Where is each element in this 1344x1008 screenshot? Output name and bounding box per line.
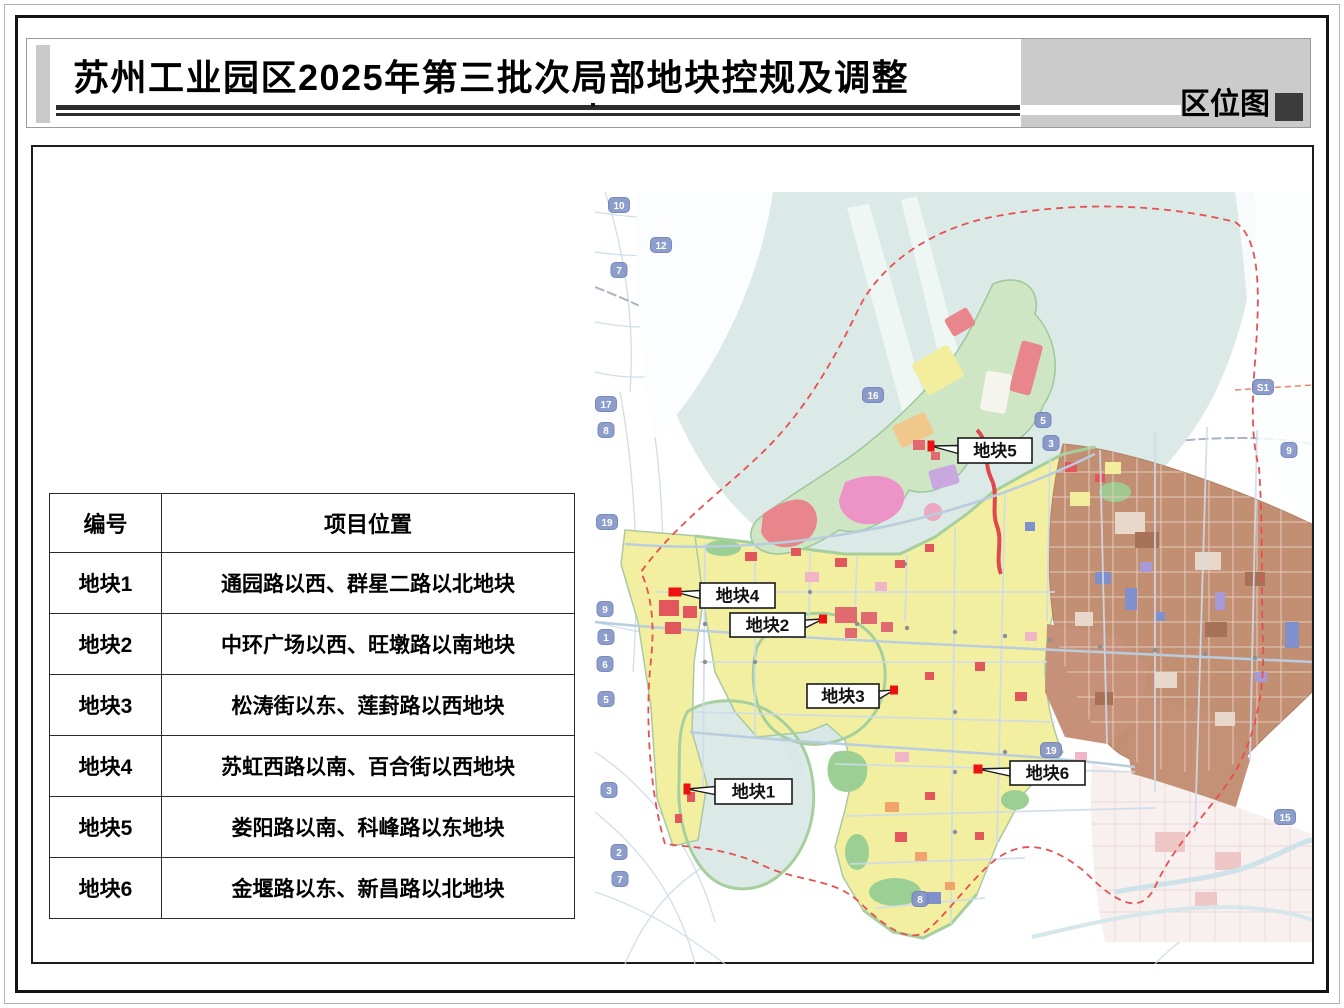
svg-text:2: 2 bbox=[616, 848, 622, 859]
svg-text:S1: S1 bbox=[1257, 383, 1270, 394]
column-header-id: 编号 bbox=[50, 494, 162, 553]
road-badge: 6 bbox=[597, 657, 613, 672]
svg-text:10: 10 bbox=[613, 201, 625, 212]
svg-text:12: 12 bbox=[655, 241, 667, 252]
plot-id-cell: 地块3 bbox=[50, 675, 162, 736]
location-map-label: 区位图 bbox=[1180, 79, 1270, 123]
corner-square-icon bbox=[1275, 93, 1303, 121]
road-badge: 7 bbox=[611, 263, 627, 278]
plots-table-body: 地块1通园路以西、群星二路以北地块地块2中环广场以西、旺墩路以南地块地块3松涛街… bbox=[50, 553, 575, 919]
plot-id-cell: 地块6 bbox=[50, 858, 162, 919]
location-map-svg: 101271781653S1919916532719815 地块5地块4地块2地… bbox=[595, 192, 1312, 964]
road-badge: 2 bbox=[611, 845, 627, 860]
svg-text:9: 9 bbox=[1286, 446, 1292, 457]
plots-table: 编号 项目位置 地块1通园路以西、群星二路以北地块地块2中环广场以西、旺墩路以南… bbox=[49, 493, 575, 919]
column-header-location: 项目位置 bbox=[162, 494, 575, 553]
table-row: 地块2中环广场以西、旺墩路以南地块 bbox=[50, 614, 575, 675]
svg-text:9: 9 bbox=[602, 605, 608, 616]
plot-location-cell: 金堰路以东、新昌路以北地块 bbox=[162, 858, 575, 919]
road-badge: 3 bbox=[601, 783, 617, 798]
plot-marker bbox=[928, 441, 935, 452]
svg-text:16: 16 bbox=[867, 391, 879, 402]
table-row: 地块5娄阳路以南、科峰路以东地块 bbox=[50, 797, 575, 858]
road-badge: 15 bbox=[1275, 810, 1296, 825]
callout-label: 地块5 bbox=[973, 441, 1016, 461]
plot-marker bbox=[974, 765, 983, 774]
road-badge: 5 bbox=[1035, 413, 1051, 428]
svg-text:6: 6 bbox=[602, 660, 608, 671]
callout-label: 地块1 bbox=[732, 782, 775, 802]
svg-text:3: 3 bbox=[1048, 439, 1054, 450]
plot-location-cell: 中环广场以西、旺墩路以南地块 bbox=[162, 614, 575, 675]
svg-text:1: 1 bbox=[603, 633, 609, 644]
road-badge: S1 bbox=[1253, 380, 1274, 395]
svg-text:7: 7 bbox=[617, 875, 623, 886]
plot-location-cell: 通园路以西、群星二路以北地块 bbox=[162, 553, 575, 614]
table-row: 地块6金堰路以东、新昌路以北地块 bbox=[50, 858, 575, 919]
table-header-row: 编号 项目位置 bbox=[50, 494, 575, 553]
svg-text:8: 8 bbox=[603, 426, 609, 437]
corner-white-strip bbox=[1021, 105, 1181, 115]
header-bar: 苏州工业园区2025年第三批次局部地块控规及调整 区位图 bbox=[26, 38, 1311, 128]
road-badge: 3 bbox=[1043, 436, 1059, 451]
road-badge: 16 bbox=[863, 388, 884, 403]
road-badge: 5 bbox=[598, 692, 614, 707]
road-badge: 9 bbox=[1281, 443, 1297, 458]
plot-marker bbox=[669, 588, 682, 597]
callout-label: 地块2 bbox=[746, 615, 789, 635]
title-underline-thin bbox=[56, 113, 1020, 116]
land-northeast bbox=[1235, 192, 1312, 522]
plot-location-cell: 松涛街以东、莲葑路以西地块 bbox=[162, 675, 575, 736]
svg-text:8: 8 bbox=[917, 895, 923, 906]
header-accent-bar bbox=[36, 45, 50, 123]
stray-dot bbox=[591, 103, 595, 107]
road-badge: 12 bbox=[651, 238, 672, 253]
svg-text:19: 19 bbox=[1045, 746, 1057, 757]
road-badge: 19 bbox=[597, 515, 618, 530]
plot-marker bbox=[890, 686, 898, 695]
table-row: 地块3松涛街以东、莲葑路以西地块 bbox=[50, 675, 575, 736]
callout-label: 地块4 bbox=[716, 586, 760, 606]
plot-marker bbox=[819, 615, 827, 624]
svg-text:19: 19 bbox=[601, 518, 613, 529]
plot-id-cell: 地块5 bbox=[50, 797, 162, 858]
svg-text:7: 7 bbox=[616, 266, 622, 277]
content-box: 编号 项目位置 地块1通园路以西、群星二路以北地块地块2中环广场以西、旺墩路以南… bbox=[31, 145, 1314, 964]
plot-location-cell: 娄阳路以南、科峰路以东地块 bbox=[162, 797, 575, 858]
svg-text:17: 17 bbox=[600, 400, 612, 411]
road-badge: 7 bbox=[612, 872, 628, 887]
road-badge: 10 bbox=[609, 198, 630, 213]
corner-panel: 区位图 bbox=[1021, 39, 1310, 127]
slide-page: { "header": { "title": "苏州工业园区2025年第三批次局… bbox=[0, 0, 1344, 1008]
road-badge: 17 bbox=[596, 397, 617, 412]
road-badge: 1 bbox=[598, 630, 614, 645]
svg-text:5: 5 bbox=[603, 695, 609, 706]
plot-marker bbox=[684, 784, 691, 795]
road-badge: 8 bbox=[598, 423, 614, 438]
svg-text:3: 3 bbox=[606, 786, 612, 797]
callout-label: 地块6 bbox=[1026, 763, 1069, 783]
road-badge: 9 bbox=[597, 602, 613, 617]
plot-id-cell: 地块4 bbox=[50, 736, 162, 797]
road-badge: 8 bbox=[912, 892, 928, 907]
callout-label: 地块3 bbox=[821, 686, 864, 706]
road-badge: 19 bbox=[1041, 743, 1062, 758]
title-underline-thick bbox=[56, 105, 1020, 110]
plot-location-cell: 苏虹西路以南、百合街以西地块 bbox=[162, 736, 575, 797]
plot-id-cell: 地块1 bbox=[50, 553, 162, 614]
svg-text:5: 5 bbox=[1040, 416, 1046, 427]
page-title: 苏州工业园区2025年第三批次局部地块控规及调整 bbox=[73, 49, 909, 101]
table-row: 地块1通园路以西、群星二路以北地块 bbox=[50, 553, 575, 614]
table-row: 地块4苏虹西路以南、百合街以西地块 bbox=[50, 736, 575, 797]
location-map: 101271781653S1919916532719815 地块5地块4地块2地… bbox=[595, 192, 1312, 964]
svg-text:15: 15 bbox=[1279, 813, 1291, 824]
plot-id-cell: 地块2 bbox=[50, 614, 162, 675]
